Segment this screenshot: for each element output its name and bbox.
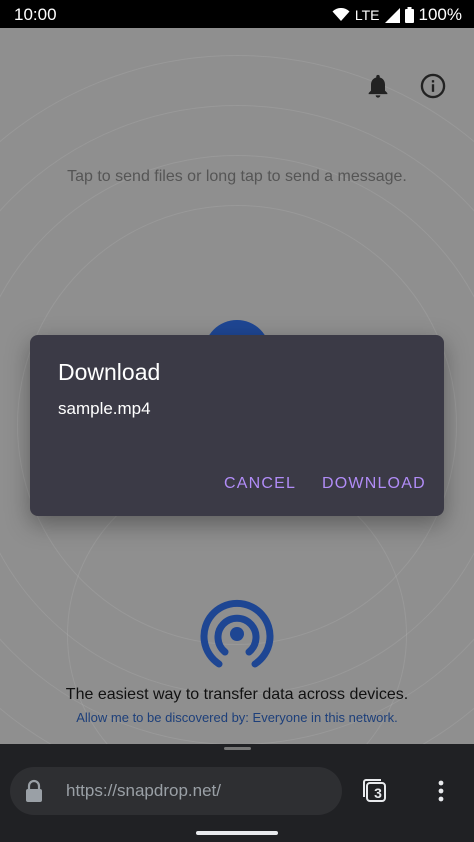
download-button[interactable]: DOWNLOAD xyxy=(322,475,426,493)
more-vert-icon[interactable] xyxy=(431,778,451,804)
wifi-icon xyxy=(332,8,350,21)
network-type: LTE xyxy=(354,7,380,23)
download-dialog: Download sample.mp4 CANCEL DOWNLOAD xyxy=(30,335,444,516)
url-text[interactable]: https://snapdrop.net/ xyxy=(66,781,221,801)
bell-icon[interactable] xyxy=(364,72,392,100)
dialog-filename: sample.mp4 xyxy=(58,399,151,418)
lock-icon[interactable] xyxy=(24,779,44,803)
instructions-text: Tap to send files or long tap to send a … xyxy=(67,168,407,185)
discover-text[interactable]: Allow me to be discovered by: Everyone i… xyxy=(76,710,398,725)
system-nav-bar xyxy=(0,822,474,842)
battery-icon xyxy=(404,7,414,23)
drag-handle[interactable] xyxy=(224,747,251,750)
signal-icon xyxy=(384,7,400,23)
tabs-button[interactable]: 3 xyxy=(362,778,388,804)
tab-count: 3 xyxy=(374,785,382,801)
home-gesture-pill[interactable] xyxy=(196,831,278,835)
snapdrop-logo-icon xyxy=(200,599,274,668)
discover-link[interactable]: Allow me to be discovered by: Everyone i… xyxy=(0,710,474,725)
url-bar[interactable]: https://snapdrop.net/ xyxy=(10,767,342,815)
info-icon[interactable] xyxy=(419,72,447,100)
status-bar: 10:00 LTE 100% xyxy=(0,0,474,28)
battery-percent: 100% xyxy=(418,5,462,24)
cancel-button[interactable]: CANCEL xyxy=(224,475,296,493)
status-icons: LTE 100% xyxy=(332,5,462,25)
status-time: 10:00 xyxy=(14,5,57,24)
tagline-text: The easiest way to transfer data across … xyxy=(65,686,409,703)
browser-toolbar: https://snapdrop.net/ 3 xyxy=(0,744,474,822)
dialog-title: Download xyxy=(58,359,161,385)
